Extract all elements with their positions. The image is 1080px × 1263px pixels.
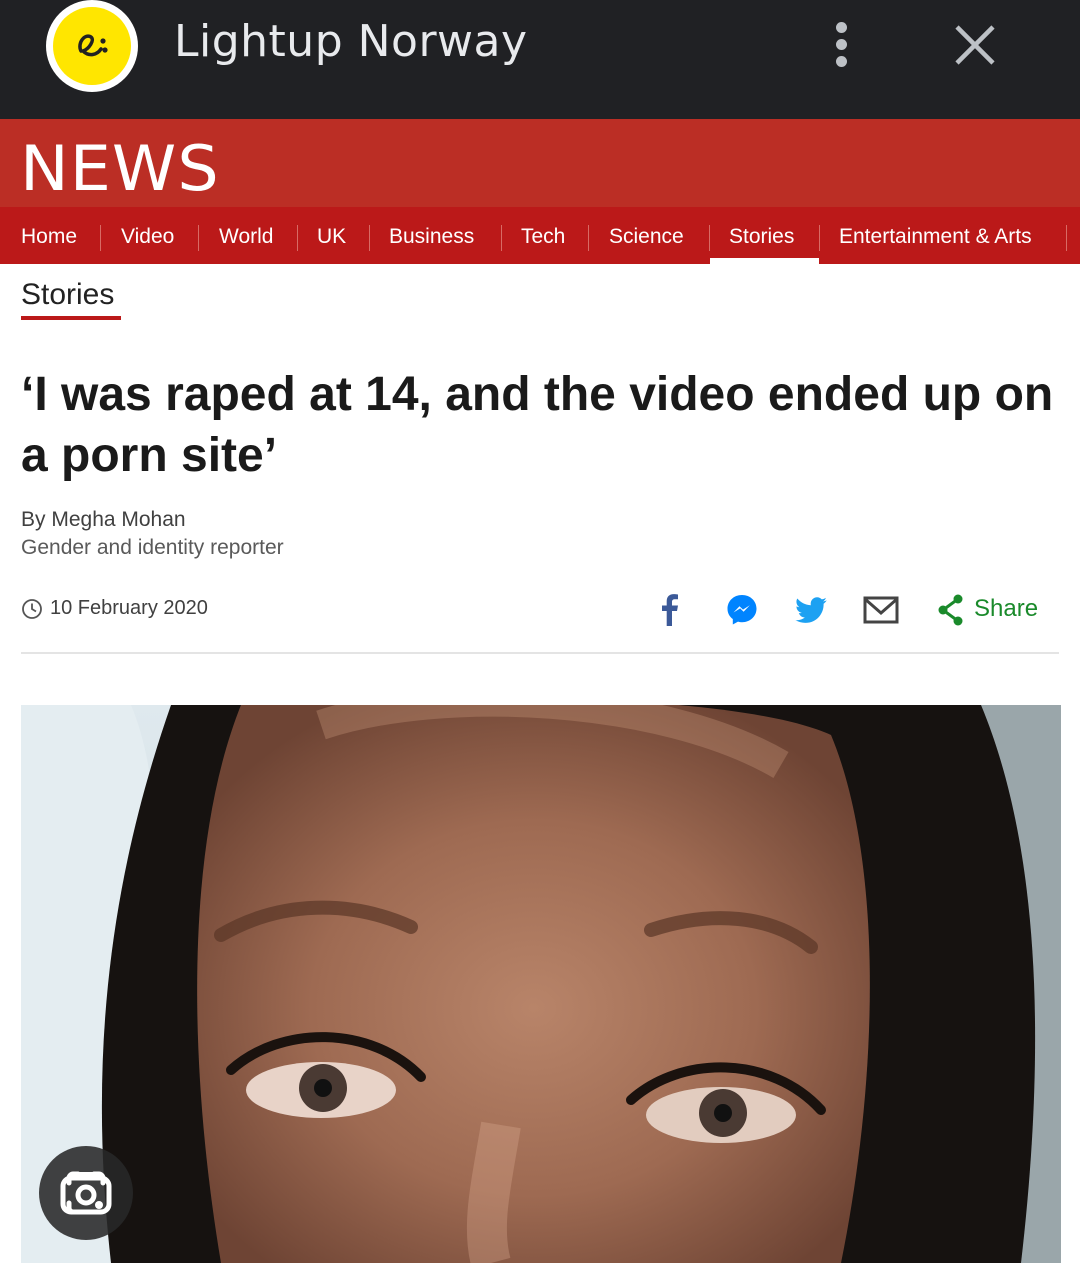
share-icon xyxy=(938,594,963,626)
section-label[interactable]: Stories xyxy=(21,278,114,312)
facebook-icon[interactable] xyxy=(655,592,685,628)
nav-active-indicator xyxy=(710,258,819,264)
email-icon[interactable] xyxy=(862,592,902,628)
article-photo[interactable] xyxy=(21,705,1061,1263)
twitter-icon[interactable] xyxy=(793,592,829,628)
app-bar: Lightup Norway xyxy=(0,0,1080,119)
close-icon[interactable] xyxy=(952,22,998,68)
nav-item-stories[interactable]: Stories xyxy=(729,207,794,264)
divider xyxy=(21,652,1059,654)
main-nav: Home Video World UK Business Tech Scienc… xyxy=(0,207,1080,264)
author-role: Gender and identity reporter xyxy=(21,536,284,559)
app-title: Lightup Norway xyxy=(174,16,528,67)
nav-item-tech[interactable]: Tech xyxy=(521,207,565,264)
date-text: 10 February 2020 xyxy=(50,597,208,619)
share-label: Share xyxy=(974,595,1039,622)
more-vert-icon[interactable] xyxy=(826,22,856,70)
nav-item-entertainment-arts[interactable]: Entertainment & Arts xyxy=(839,207,1032,264)
article-headline: ‘I was raped at 14, and the video ended … xyxy=(21,368,1054,482)
nav-item-science[interactable]: Science xyxy=(609,207,684,264)
clock-icon xyxy=(22,599,42,619)
lightup-logo-icon xyxy=(46,0,138,92)
messenger-icon[interactable] xyxy=(724,592,760,628)
google-lens-icon[interactable] xyxy=(39,1146,133,1240)
nav-item-video[interactable]: Video xyxy=(121,207,174,264)
section-underline xyxy=(21,316,121,320)
nav-item-world[interactable]: World xyxy=(219,207,273,264)
nav-item-business[interactable]: Business xyxy=(389,207,474,264)
news-logo[interactable]: NEWS xyxy=(20,132,220,205)
nav-item-home[interactable]: Home xyxy=(21,207,77,264)
nav-item-uk[interactable]: UK xyxy=(317,207,346,264)
article-byline: By Megha Mohan xyxy=(21,508,186,531)
